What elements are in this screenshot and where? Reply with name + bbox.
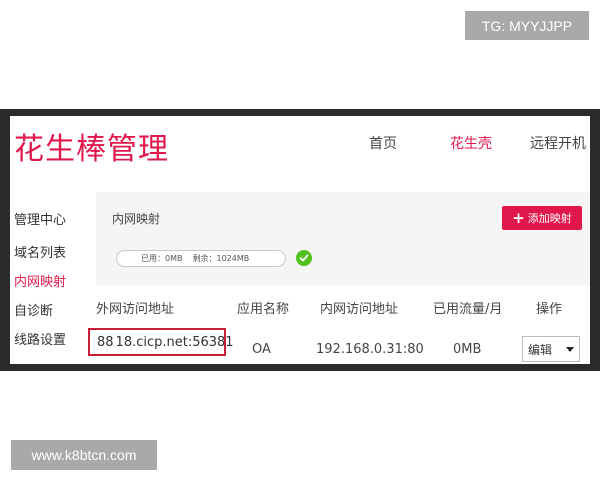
external-address-suffix: 18.cicp.net:56381 xyxy=(115,334,234,350)
external-address-cell[interactable]: 88 18.cicp.net:56381 xyxy=(88,328,234,356)
column-header-external-address: 外网访问地址 xyxy=(96,302,175,317)
action-select[interactable]: 编辑 xyxy=(522,336,580,362)
remaining-traffic: 剩余：1024MB xyxy=(192,254,250,263)
chevron-down-icon xyxy=(566,346,574,352)
traffic-usage-bar: 已用：0MB 剩余：1024MB xyxy=(116,250,286,267)
sidebar-item-line-settings[interactable]: 线路设置 xyxy=(14,329,66,348)
column-header-app-name: 应用名称 xyxy=(237,302,290,317)
browser-frame: 花生棒管理 首页 花生壳 远程开机 管理中心 域名列表 内网映射 自诊断 线路设… xyxy=(0,109,600,371)
nav-home[interactable]: 首页 xyxy=(369,133,397,153)
traffic-cell: 0MB xyxy=(453,342,482,357)
watermark-bottom: www.k8btcn.com xyxy=(11,440,157,470)
content-header: 内网映射 + 添加映射 已用：0MB 剩余：1024MB xyxy=(96,192,590,285)
nav-remote-wake[interactable]: 远程开机 xyxy=(530,133,586,153)
section-title: 内网映射 xyxy=(112,212,161,226)
sidebar-item-domain-list[interactable]: 域名列表 xyxy=(14,242,66,261)
sidebar-item-self-diagnosis[interactable]: 自诊断 xyxy=(14,300,53,319)
add-mapping-button[interactable]: + 添加映射 xyxy=(502,206,582,230)
oray-admin-app: 花生棒管理 首页 花生壳 远程开机 管理中心 域名列表 内网映射 自诊断 线路设… xyxy=(10,116,590,364)
internal-address-cell: 192.168.0.31:80 xyxy=(316,342,424,357)
column-header-actions: 操作 xyxy=(536,302,563,317)
plus-icon: + xyxy=(512,208,525,227)
app-logo: 花生棒管理 xyxy=(14,132,169,167)
check-icon xyxy=(296,250,312,266)
screenshot-page: TG: MYYJJPP 花生棒管理 首页 花生壳 远程开机 管理中心 域名列表 … xyxy=(0,0,600,480)
used-traffic: 已用：0MB xyxy=(141,254,183,263)
external-address-prefix: 88 xyxy=(97,334,114,350)
sidebar-item-port-mapping[interactable]: 内网映射 xyxy=(14,271,66,290)
action-select-value: 编辑 xyxy=(528,342,553,357)
sidebar: 管理中心 域名列表 内网映射 自诊断 线路设置 xyxy=(10,192,96,364)
watermark-top: TG: MYYJJPP xyxy=(465,11,589,40)
sidebar-item-management-center[interactable]: 管理中心 xyxy=(14,209,66,228)
column-header-internal-address: 内网访问地址 xyxy=(320,302,399,317)
column-header-traffic: 已用流量/月 xyxy=(433,302,503,317)
add-mapping-label: 添加映射 xyxy=(527,212,572,225)
nav-peanut-shell[interactable]: 花生壳 xyxy=(450,133,492,153)
app-name-cell: OA xyxy=(252,342,271,357)
